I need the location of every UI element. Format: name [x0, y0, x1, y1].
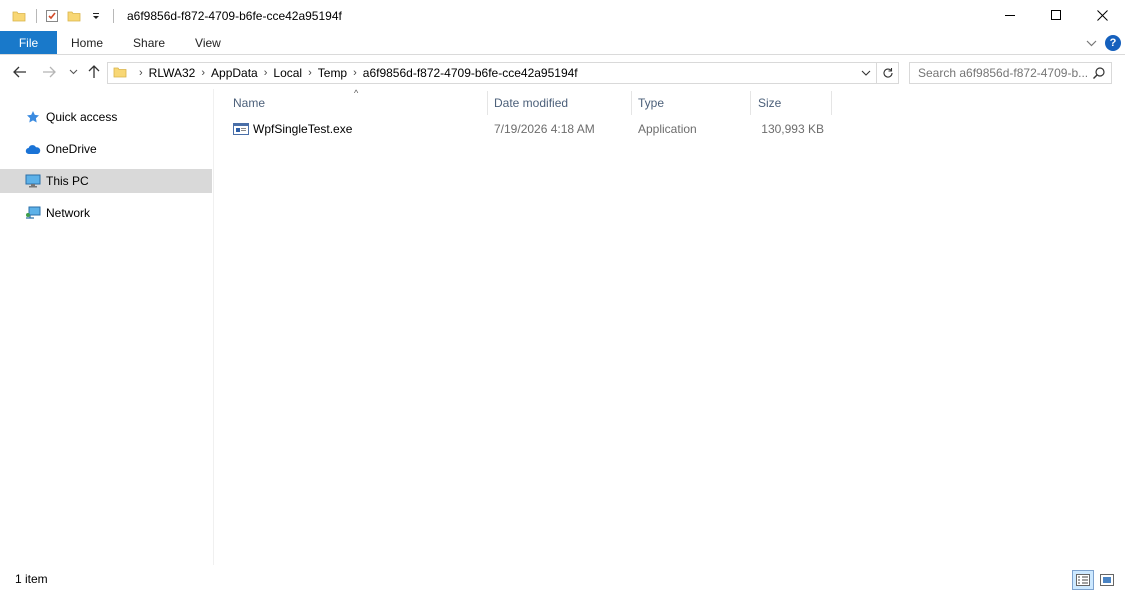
minimize-icon [1005, 15, 1015, 16]
column-divider[interactable] [487, 91, 488, 115]
window-title: a6f9856d-f872-4709-b6fe-cce42a95194f [127, 8, 342, 23]
computer-icon [24, 173, 42, 189]
toolbar-separator [36, 8, 37, 23]
tab-home[interactable]: Home [57, 31, 118, 54]
forward-arrow-icon[interactable] [38, 61, 60, 83]
chevron-right-icon[interactable]: › [139, 67, 143, 79]
sidebar-item-onedrive[interactable]: OneDrive [0, 137, 212, 161]
quick-access-toolbar [0, 0, 119, 31]
breadcrumb-item[interactable]: a6f9856d-f872-4709-b6fe-cce42a95194f [363, 66, 578, 80]
refresh-button[interactable] [877, 62, 899, 84]
tab-share[interactable]: Share [118, 31, 180, 54]
large-icons-view-icon[interactable] [1096, 570, 1118, 590]
search-input[interactable] [918, 66, 1088, 80]
breadcrumb-item[interactable]: RLWA32 [149, 66, 196, 80]
column-header-size[interactable]: Size [754, 89, 830, 116]
sidebar-item-label: OneDrive [46, 142, 97, 156]
file-name: WpfSingleTest.exe [253, 122, 353, 136]
sidebar-item-this-pc[interactable]: This PC [0, 169, 212, 193]
sidebar-item-label: Quick access [46, 110, 118, 124]
tab-view[interactable]: View [180, 31, 236, 54]
folder-icon [113, 65, 127, 82]
chevron-right-icon[interactable]: › [201, 67, 205, 79]
file-name-cell[interactable]: WpfSingleTest.exe [233, 118, 352, 140]
search-icon[interactable] [1092, 66, 1106, 83]
close-icon [1096, 9, 1108, 21]
sidebar-item-label: Network [46, 206, 91, 220]
title-bar: a6f9856d-f872-4709-b6fe-cce42a95194f [0, 0, 1125, 31]
sidebar-item-label: This PC [46, 174, 89, 188]
chevron-right-icon[interactable]: › [264, 67, 268, 79]
search-box[interactable] [909, 62, 1112, 84]
column-header-type[interactable]: Type [634, 89, 750, 116]
customize-dropdown-icon[interactable] [86, 6, 106, 26]
refresh-icon [882, 68, 893, 78]
file-date-modified: 7/19/2026 4:18 AM [494, 122, 595, 136]
details-view-icon[interactable] [1072, 570, 1094, 590]
sidebar-item-network[interactable]: Network [0, 201, 212, 225]
breadcrumb-item[interactable]: Temp [318, 66, 347, 80]
up-arrow-icon[interactable] [83, 61, 105, 83]
ribbon-right-controls: ? [1086, 33, 1121, 53]
column-divider[interactable] [750, 91, 751, 115]
breadcrumb: › RLWA32 › AppData › Local › Temp › a6f9… [133, 66, 578, 80]
minimize-button[interactable] [987, 0, 1033, 30]
breadcrumb-item[interactable]: Local [273, 66, 302, 80]
column-header-date-modified[interactable]: Date modified [490, 89, 630, 116]
chevron-right-icon[interactable]: › [353, 67, 357, 79]
toolbar-separator [113, 8, 114, 23]
properties-icon[interactable] [42, 6, 62, 26]
maximize-icon [1051, 10, 1061, 20]
recent-locations-icon[interactable] [62, 61, 84, 83]
chevron-right-icon[interactable]: › [308, 67, 312, 79]
navigation-bar: › RLWA32 › AppData › Local › Temp › a6f9… [0, 56, 1125, 89]
column-divider[interactable] [831, 91, 832, 115]
folder-icon[interactable] [9, 6, 29, 26]
cloud-icon [24, 141, 42, 157]
file-size: 130,993 KB [761, 122, 824, 136]
address-history-dropdown-icon[interactable] [858, 65, 874, 81]
new-folder-icon[interactable] [64, 6, 84, 26]
window-controls [987, 0, 1125, 30]
application-icon [233, 122, 249, 136]
maximize-button[interactable] [1033, 0, 1079, 30]
star-icon [24, 109, 42, 125]
status-bar: 1 item [0, 565, 1125, 593]
file-list-view: ^ Name Date modified Type Size WpfSingle… [215, 88, 1125, 565]
tab-file[interactable]: File [0, 31, 57, 54]
view-switcher [1072, 570, 1118, 590]
item-count: 1 item [15, 572, 48, 586]
network-icon [24, 205, 42, 221]
address-bar[interactable]: › RLWA32 › AppData › Local › Temp › a6f9… [107, 62, 877, 84]
help-icon[interactable]: ? [1105, 35, 1121, 51]
file-type: Application [638, 122, 697, 136]
back-arrow-icon[interactable] [9, 61, 31, 83]
ribbon-tabs: File Home Share View ? [0, 31, 1125, 55]
sidebar-item-quick-access[interactable]: Quick access [0, 105, 212, 129]
column-divider[interactable] [631, 91, 632, 115]
expand-ribbon-icon[interactable] [1086, 36, 1097, 50]
navigation-pane: Quick access OneDrive This PC Network [0, 89, 214, 565]
table-row[interactable]: WpfSingleTest.exe 7/19/2026 4:18 AM Appl… [229, 118, 833, 140]
column-header-name[interactable]: Name [229, 89, 487, 116]
close-button[interactable] [1079, 0, 1125, 30]
breadcrumb-item[interactable]: AppData [211, 66, 258, 80]
